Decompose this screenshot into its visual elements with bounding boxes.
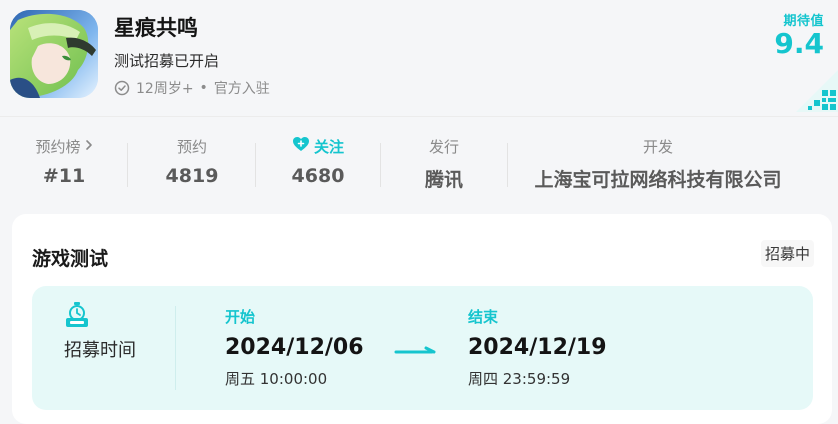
chevron-right-icon: [85, 137, 93, 155]
app-meta: 12周岁+ • 官方入驻: [114, 78, 270, 98]
score-value: 9.4: [774, 27, 824, 60]
stat-reservations-value: 4819: [165, 165, 219, 187]
app-icon-art: [10, 10, 98, 98]
app-title: 星痕共鸣: [114, 16, 198, 40]
stat-publisher-label: 发行: [428, 137, 459, 156]
follow-button[interactable]: 关注: [286, 135, 350, 157]
official-label: 官方入驻: [213, 81, 270, 97]
stat-developer: 开发 上海宝可拉网络科技有限公司: [512, 135, 804, 192]
stat-rank[interactable]: 预约榜 #11: [32, 135, 96, 187]
app-subtitle: 测试招募已开启: [114, 52, 220, 70]
check-circle-icon: [114, 80, 130, 96]
stats-bar: 预约榜 #11 预约 4819 关注 4680 发行 腾讯 开发 上海宝可拉网络…: [0, 116, 838, 213]
section-title: 游戏测试: [32, 248, 109, 270]
stat-divider: [255, 143, 256, 187]
end-label: 结束: [468, 308, 499, 326]
stat-follow-value: 4680: [291, 165, 345, 187]
stat-divider: [380, 143, 381, 187]
stat-reservations: 预约 4819: [160, 135, 224, 188]
heart-plus-icon: [292, 136, 310, 156]
panel-divider: [175, 306, 176, 390]
status-badge: 招募中: [760, 240, 814, 267]
stat-publisher-value: 腾讯: [424, 169, 463, 191]
stat-publisher: 发行 腾讯: [412, 135, 476, 192]
end-date: 2024/12/19: [468, 335, 607, 360]
arrow-right-icon: [394, 342, 436, 354]
start-label: 开始: [225, 308, 256, 326]
stat-follow[interactable]: 关注 4680: [286, 135, 350, 187]
stat-developer-label: 开发: [642, 137, 673, 156]
app-icon[interactable]: [10, 10, 98, 98]
stat-developer-value: 上海宝可拉网络科技有限公司: [534, 169, 782, 191]
start-phase: 开始 2024/12/06 周五 10:00:00: [225, 306, 364, 389]
stat-reservations-label: 预约: [176, 137, 207, 156]
stat-rank-key: 预约榜: [35, 137, 81, 156]
stat-divider: [127, 143, 128, 187]
qr-code-icon[interactable]: [796, 70, 838, 112]
end-time: 周四 23:59:59: [468, 370, 571, 388]
start-date: 2024/12/06: [225, 335, 364, 360]
follow-label: 关注: [313, 137, 344, 156]
expectation-score: 期待值 9.4: [774, 10, 824, 59]
app-header: 星痕共鸣 测试招募已开启 12周岁+ • 官方入驻 期待值 9.4: [0, 0, 838, 116]
game-test-card: 游戏测试 招募中 招募时间 开始 2024/12/06 周五 10:00:00: [12, 214, 832, 424]
recruit-time-label: 招募时间: [64, 340, 136, 361]
start-time: 周五 10:00:00: [225, 370, 328, 388]
stat-divider: [507, 143, 508, 187]
stat-rank-label: 预约榜: [32, 135, 96, 157]
meta-dot: •: [199, 80, 208, 96]
stat-rank-value: #11: [42, 165, 86, 187]
beta-clock-icon: [65, 302, 89, 328]
test-schedule-panel: 招募时间 开始 2024/12/06 周五 10:00:00 结束 2024/1…: [32, 286, 813, 410]
age-rating: 12周岁+: [136, 81, 194, 97]
end-phase: 结束 2024/12/19 周四 23:59:59: [468, 306, 607, 389]
